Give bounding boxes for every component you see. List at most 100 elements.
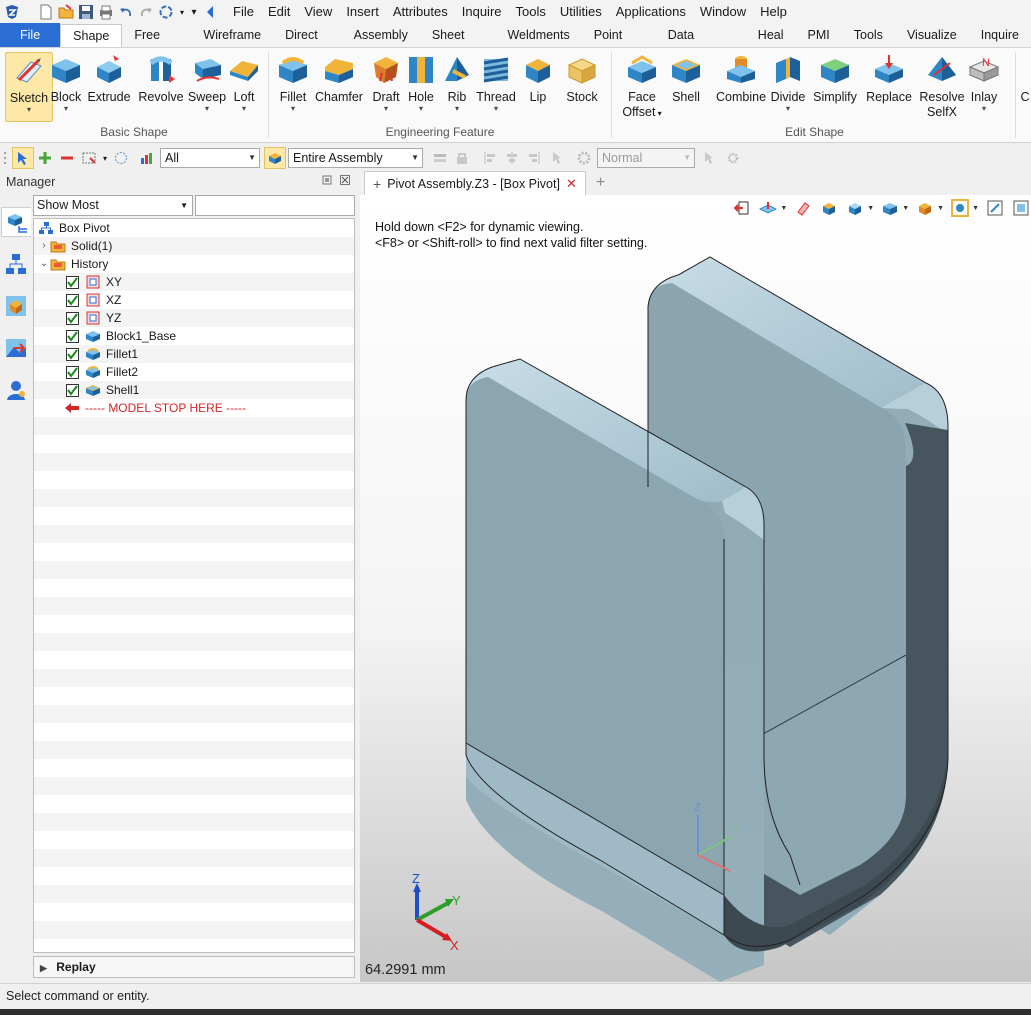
replace-button[interactable]: Replace — [864, 52, 914, 104]
new-tab-icon[interactable]: + — [596, 171, 605, 195]
print-icon[interactable] — [98, 4, 114, 20]
menu-insert[interactable]: Insert — [339, 0, 386, 24]
menu-inquire[interactable]: Inquire — [455, 0, 509, 24]
menu-window[interactable]: Window — [693, 0, 753, 24]
app-logo-icon[interactable] — [4, 4, 20, 20]
replay-bar[interactable]: ▶ Replay — [33, 956, 355, 978]
visibility-checkbox[interactable] — [66, 365, 79, 379]
view-manager-icon[interactable] — [1, 333, 31, 363]
settings-disabled-icon[interactable] — [721, 147, 743, 169]
thread-button[interactable]: Thread ▾ — [472, 52, 520, 114]
u-bracket-model[interactable]: Z Y Z Y X — [360, 195, 1031, 982]
redo-icon[interactable] — [138, 4, 154, 20]
tab-shape[interactable]: Shape — [60, 24, 123, 47]
tree-item-history[interactable]: ⌄ History — [34, 255, 354, 273]
assembly-manager-icon[interactable] — [1, 249, 31, 279]
simplify-button[interactable]: Simplify — [810, 52, 860, 104]
cut-button[interactable]: C — [1018, 52, 1031, 104]
pointer-disabled-icon[interactable] — [545, 147, 567, 169]
chamfer-button[interactable]: Chamfer — [315, 52, 363, 104]
show-filter-select[interactable]: Show Most ▼ — [33, 195, 193, 216]
user-manager-icon[interactable] — [1, 375, 31, 405]
stock-button[interactable]: Stock — [558, 52, 606, 104]
3d-viewport[interactable]: Hold down <F2> for dynamic viewing. <F8>… — [360, 195, 1031, 982]
tab-data-exchange[interactable]: Data Exchange — [656, 24, 746, 65]
mode-gear-icon[interactable] — [573, 147, 595, 169]
menu-edit[interactable]: Edit — [261, 0, 297, 24]
rotate-view-icon[interactable] — [158, 4, 174, 20]
align-right-icon[interactable] — [523, 147, 545, 169]
menu-applications[interactable]: Applications — [609, 0, 693, 24]
tab-assembly[interactable]: Assembly — [342, 24, 420, 47]
customize-qa-icon[interactable]: ▾ — [190, 4, 198, 20]
remove-pick-icon[interactable] — [56, 147, 78, 169]
pin-tab-icon[interactable]: + — [373, 176, 381, 192]
visibility-checkbox[interactable] — [66, 347, 79, 361]
tab-point-cloud[interactable]: Point Cloud — [582, 24, 656, 65]
tree-root[interactable]: Box Pivot — [34, 219, 354, 237]
loft-button[interactable]: Loft ▾ — [220, 52, 268, 114]
fillet-button[interactable]: Fillet ▾ — [269, 52, 317, 114]
tab-sheet-metal[interactable]: Sheet Metal — [420, 24, 496, 65]
visibility-checkbox[interactable] — [66, 275, 79, 289]
chevron-down-icon[interactable]: ▾ — [178, 4, 186, 20]
tree-item-fillet1[interactable]: Fillet1 — [34, 345, 354, 363]
tab-direct-edit[interactable]: Direct Edit — [273, 24, 342, 65]
block-button[interactable]: Block ▾ — [42, 52, 90, 114]
tree-item-fillet2[interactable]: Fillet2 — [34, 363, 354, 381]
face-offset-button[interactable]: Face Offset ▾ — [617, 52, 667, 121]
revolve-button[interactable]: Revolve — [137, 52, 185, 104]
chevron-down-icon[interactable]: ▾ — [100, 147, 110, 169]
tab-weldments[interactable]: Weldments — [495, 24, 581, 47]
align-left-icon[interactable] — [479, 147, 501, 169]
tab-free-form[interactable]: Free Form — [122, 24, 191, 65]
scope-select[interactable]: Entire Assembly ▼ — [288, 148, 423, 168]
document-tab[interactable]: + Pivot Assembly.Z3 - [Box Pivot] ✕ — [364, 171, 586, 195]
visibility-checkbox[interactable] — [66, 383, 79, 397]
tab-tools[interactable]: Tools — [842, 24, 895, 47]
add-pick-icon[interactable] — [34, 147, 56, 169]
grip-icon[interactable] — [2, 147, 8, 169]
model-stop-marker[interactable]: ----- MODEL STOP HERE ----- — [34, 399, 354, 417]
menu-utilities[interactable]: Utilities — [553, 0, 609, 24]
visibility-checkbox[interactable] — [66, 293, 79, 307]
chevron-down-icon[interactable]: ⌄ — [38, 255, 50, 273]
new-file-icon[interactable] — [38, 4, 54, 20]
divide-button[interactable]: Divide ▾ — [764, 52, 812, 114]
visibility-checkbox[interactable] — [66, 329, 79, 343]
tab-visualize[interactable]: Visualize — [895, 24, 969, 47]
combine-button[interactable]: Combine — [716, 52, 766, 104]
box-select-icon[interactable] — [78, 147, 100, 169]
pick-mode-icon[interactable] — [12, 147, 34, 169]
close-tab-icon[interactable]: ✕ — [566, 176, 577, 192]
manager-search-input[interactable] — [195, 195, 355, 216]
extrude-button[interactable]: Extrude — [85, 52, 133, 104]
inlay-button[interactable]: N Inlay ▾ — [960, 52, 1008, 114]
mode-select[interactable]: Normal ▼ — [597, 148, 695, 168]
menu-attributes[interactable]: Attributes — [386, 0, 455, 24]
tree-item-shell1[interactable]: Shell1 — [34, 381, 354, 399]
shell-button[interactable]: Shell — [662, 52, 710, 104]
tree-item-solid[interactable]: › Solid(1) — [34, 237, 354, 255]
lock-filter-icon[interactable] — [451, 147, 473, 169]
menu-tools[interactable]: Tools — [509, 0, 553, 24]
assembly-scope-icon[interactable] — [264, 147, 286, 169]
tree-item-xz[interactable]: XZ — [34, 291, 354, 309]
open-file-icon[interactable] — [58, 4, 74, 20]
tab-file[interactable]: File — [0, 23, 61, 47]
filter-select[interactable]: All ▼ — [160, 148, 260, 168]
lasso-select-icon[interactable] — [110, 147, 132, 169]
align-center-icon[interactable] — [501, 147, 523, 169]
close-icon[interactable] — [340, 171, 350, 193]
back-arrow-icon[interactable] — [202, 4, 218, 20]
tab-pmi[interactable]: PMI — [796, 24, 842, 47]
pick-disabled-icon[interactable] — [699, 147, 721, 169]
undo-icon[interactable] — [118, 4, 134, 20]
tree-item-yz[interactable]: YZ — [34, 309, 354, 327]
tree-item-xy[interactable]: XY — [34, 273, 354, 291]
tab-heal[interactable]: Heal — [746, 24, 796, 47]
tab-wireframe[interactable]: Wireframe — [191, 24, 273, 47]
lip-button[interactable]: Lip — [514, 52, 562, 104]
menu-file[interactable]: File — [226, 0, 261, 24]
save-icon[interactable] — [78, 4, 94, 20]
